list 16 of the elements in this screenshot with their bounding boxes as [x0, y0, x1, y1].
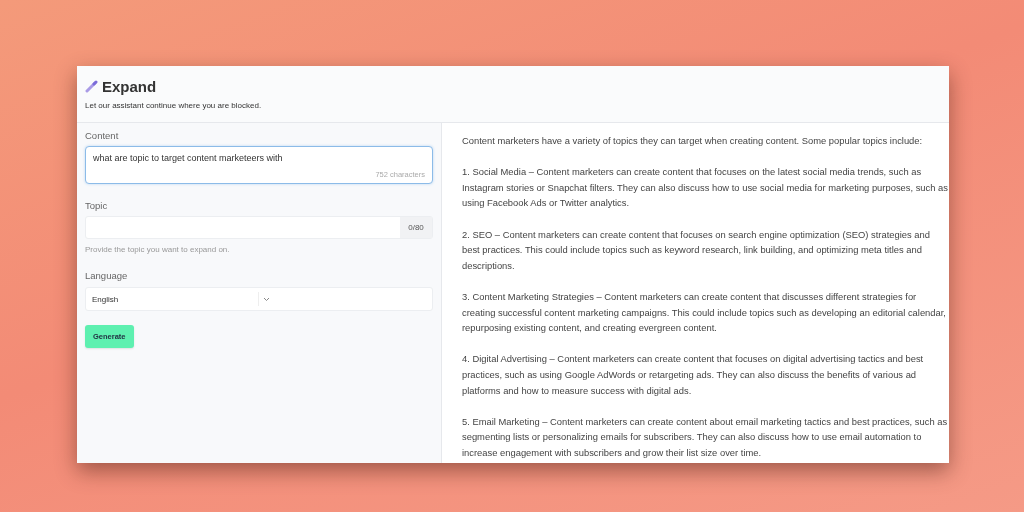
output-paragraph: 2. SEO – Content marketers can create content that focuses on search engine optimization (SEO) strategies and best practices. This could include topics such as keyword research, link building, and optimizing meta titles and descriptions.: [462, 227, 931, 273]
output-paragraph: Content marketers have a variety of topics they can target when creating content. Some popular topics include:: [462, 134, 924, 148]
field-label: Content: [85, 130, 120, 141]
wand-icon: [85, 80, 98, 93]
output-paragraph: 3. Content Marketing Strategies – Content marketers can create content that discusses different strategies for creating successful content marketing campaigns. This could include topics such as developing an editorial calendar, repurposing existing content, and creating evergreen content.: [462, 289, 947, 336]
page-title: Expand: [102, 78, 157, 95]
language-dropdown[interactable]: English: [85, 287, 433, 311]
page-subtitle: Let our assistant continue where you are blocked.: [85, 101, 263, 110]
help-text: Provide the topic you want to expand on.: [85, 245, 231, 254]
field-label: Topic: [85, 200, 109, 211]
output-paragraph: 1. Social Media – Content marketers can create content that focuses on the latest social media trends, such as Instagram stories or Snapchat filters. They can also discuss how to use social media for marketing purposes, such as using Facebook Ads or Twitter analytics.: [462, 165, 948, 211]
field-label: Language: [85, 270, 129, 281]
topic-field[interactable]: 0/80: [85, 216, 433, 239]
output-paragraph: 4. Digital Advertising – Content marketers can create content that focuses on digital advertising tactics and best practices, such as using Google AdWords or retargeting ads. They can also discuss the benefits of various ad platforms and how to measure success with digital ads.: [462, 352, 925, 398]
chevron-down-icon: [262, 296, 270, 302]
output-paragraph: 5. Email Marketing – Content marketers can create content about email marketing tactics and best practices, such as segmenting lists or personalizing emails for subscribers. They can also discuss how to use email automation to increase engagement with subscribers and grow their list size over time.: [462, 414, 948, 460]
